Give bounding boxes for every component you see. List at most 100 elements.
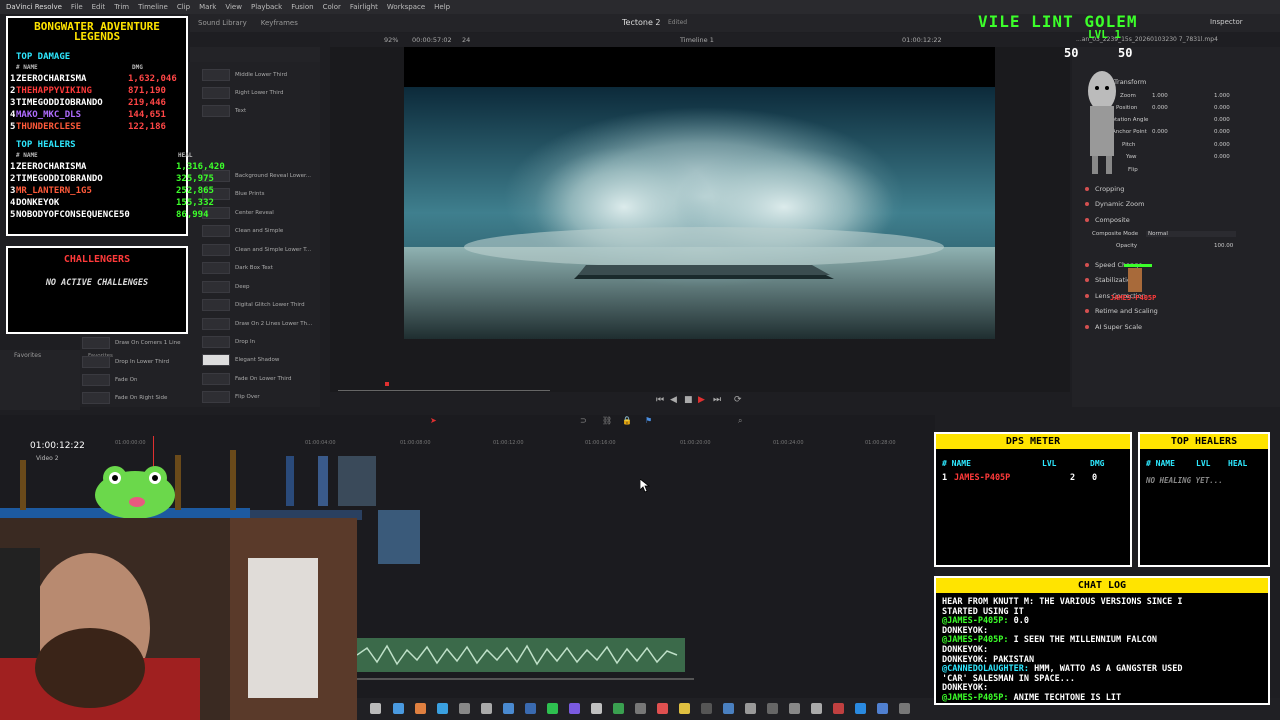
rotation-field[interactable]: 0.000 bbox=[1214, 117, 1230, 123]
spotify-icon[interactable] bbox=[547, 703, 558, 714]
taskbar-app-icon[interactable] bbox=[833, 703, 844, 714]
skip-end-icon[interactable]: ⏭ bbox=[713, 395, 721, 405]
menu-fairlight[interactable]: Fairlight bbox=[350, 3, 378, 11]
effect-item[interactable]: Blue Prints bbox=[235, 191, 264, 197]
effect-item[interactable]: Clean and Simple bbox=[235, 228, 283, 234]
scrubber-playhead[interactable] bbox=[385, 382, 389, 386]
effect-item[interactable]: Middle Lower Third bbox=[235, 72, 287, 78]
effect-item[interactable]: Deep bbox=[235, 284, 250, 290]
section-enabled-icon[interactable] bbox=[1085, 278, 1089, 282]
menu-workspace[interactable]: Workspace bbox=[387, 3, 425, 11]
favorites-heading[interactable]: Favorites bbox=[14, 352, 41, 359]
zoom-x-field[interactable]: 1.000 bbox=[1152, 93, 1168, 99]
composite-section[interactable]: Composite bbox=[1095, 216, 1130, 224]
skip-start-icon[interactable]: ⏮ bbox=[656, 395, 664, 405]
position-y-field[interactable]: 0.000 bbox=[1214, 105, 1230, 111]
discord-icon[interactable] bbox=[569, 703, 580, 714]
flag-icon[interactable]: ⚑ bbox=[645, 416, 652, 425]
effect-item[interactable]: Fade On Lower Third bbox=[235, 376, 291, 382]
section-enabled-icon[interactable] bbox=[1085, 202, 1089, 206]
timeline-name[interactable]: Timeline 1 bbox=[680, 36, 714, 44]
retime-section[interactable]: Retime and Scaling bbox=[1095, 307, 1158, 315]
menu-view[interactable]: View bbox=[225, 3, 242, 11]
taskbar-app-icon[interactable] bbox=[657, 703, 668, 714]
play-reverse-icon[interactable]: ◀ bbox=[670, 395, 677, 405]
opacity-field[interactable]: 100.00 bbox=[1214, 243, 1233, 249]
video-clip[interactable] bbox=[318, 456, 328, 506]
menu-playback[interactable]: Playback bbox=[251, 3, 282, 11]
taskbar-app-icon[interactable] bbox=[459, 703, 470, 714]
scrubber-track[interactable] bbox=[338, 390, 550, 391]
section-enabled-icon[interactable] bbox=[1085, 325, 1089, 329]
taskbar-app-icon[interactable] bbox=[525, 703, 536, 714]
effect-item[interactable]: Background Reveal Lower... bbox=[235, 173, 311, 179]
zoom-tool-icon[interactable]: ⌕ bbox=[738, 416, 742, 426]
menu-trim[interactable]: Trim bbox=[114, 3, 129, 11]
taskbar-app-icon[interactable] bbox=[899, 703, 910, 714]
effect-item[interactable]: Right Lower Third bbox=[235, 90, 284, 96]
taskbar-app-icon[interactable] bbox=[701, 703, 712, 714]
composite-mode-select[interactable]: Normal bbox=[1146, 231, 1236, 237]
taskbar-app-icon[interactable] bbox=[855, 703, 866, 714]
windows-start-icon[interactable] bbox=[370, 703, 381, 714]
effect-item[interactable]: Clean and Simple Lower T... bbox=[235, 247, 311, 253]
effect-item[interactable]: Elegant Shadow bbox=[235, 357, 279, 363]
menu-clip[interactable]: Clip bbox=[177, 3, 190, 11]
video-viewer[interactable] bbox=[404, 47, 995, 339]
menu-fusion[interactable]: Fusion bbox=[291, 3, 313, 11]
keyframes-button[interactable]: Keyframes bbox=[261, 19, 298, 27]
anchor-x-field[interactable]: 0.000 bbox=[1152, 129, 1168, 135]
effect-item[interactable]: Fade On bbox=[115, 377, 137, 383]
edge-icon[interactable] bbox=[437, 703, 448, 714]
menu-edit[interactable]: Edit bbox=[92, 3, 106, 11]
effect-item[interactable]: Center Reveal bbox=[235, 210, 274, 216]
lock-icon[interactable]: 🔒 bbox=[622, 416, 632, 425]
section-enabled-icon[interactable] bbox=[1085, 309, 1089, 313]
taskbar-app-icon[interactable] bbox=[415, 703, 426, 714]
anchor-y-field[interactable]: 0.000 bbox=[1214, 129, 1230, 135]
taskbar-app-icon[interactable] bbox=[393, 703, 404, 714]
taskbar-app-icon[interactable] bbox=[635, 703, 646, 714]
taskbar-app-icon[interactable] bbox=[723, 703, 734, 714]
taskbar-app-icon[interactable] bbox=[877, 703, 888, 714]
stop-icon[interactable]: ■ bbox=[684, 395, 693, 405]
dynamic-zoom-section[interactable]: Dynamic Zoom bbox=[1095, 200, 1144, 208]
effect-item[interactable]: Dark Box Text bbox=[235, 265, 273, 271]
play-icon[interactable]: ▶ bbox=[698, 395, 705, 405]
super-scale-section[interactable]: AI Super Scale bbox=[1095, 323, 1142, 331]
section-enabled-icon[interactable] bbox=[1085, 263, 1089, 267]
taskbar-app-icon[interactable] bbox=[481, 703, 492, 714]
taskbar-app-icon[interactable] bbox=[745, 703, 756, 714]
cropping-section[interactable]: Cropping bbox=[1095, 185, 1124, 193]
section-enabled-icon[interactable] bbox=[1085, 294, 1089, 298]
inspector-tab[interactable]: Inspector bbox=[1210, 18, 1243, 26]
zoom-level[interactable]: 92% bbox=[384, 36, 398, 44]
selection-tool-icon[interactable]: ➤ bbox=[430, 416, 437, 425]
link-icon[interactable]: ⛓ bbox=[602, 416, 612, 425]
taskbar-app-icon[interactable] bbox=[503, 703, 514, 714]
menu-mark[interactable]: Mark bbox=[199, 3, 216, 11]
snap-icon[interactable]: ⊃ bbox=[580, 416, 587, 425]
audio-clip[interactable] bbox=[356, 638, 685, 672]
taskbar-app-icon[interactable] bbox=[789, 703, 800, 714]
effect-item[interactable]: Fade On Right Side bbox=[115, 395, 167, 401]
video-clip[interactable] bbox=[338, 456, 376, 506]
taskbar-app-icon[interactable] bbox=[767, 703, 778, 714]
pitch-field[interactable]: 0.000 bbox=[1214, 142, 1230, 148]
chrome-icon[interactable] bbox=[679, 703, 690, 714]
effect-item[interactable]: Drop In Lower Third bbox=[115, 359, 169, 365]
xbox-icon[interactable] bbox=[613, 703, 624, 714]
menu-timeline[interactable]: Timeline bbox=[138, 3, 168, 11]
zoom-y-field[interactable]: 1.000 bbox=[1214, 93, 1230, 99]
effect-item[interactable]: Draw On 2 Lines Lower Th... bbox=[235, 321, 312, 327]
effect-item[interactable]: Flip Over bbox=[235, 394, 260, 400]
effect-item[interactable]: Draw On Corners 1 Line bbox=[115, 340, 181, 346]
effect-item[interactable]: Drop In bbox=[235, 339, 255, 345]
section-enabled-icon[interactable] bbox=[1085, 218, 1089, 222]
video-clip[interactable] bbox=[286, 456, 294, 506]
timeline-scrollbar[interactable] bbox=[357, 678, 694, 680]
effect-item[interactable]: Text bbox=[235, 108, 246, 114]
menu-help[interactable]: Help bbox=[434, 3, 450, 11]
taskbar-app-icon[interactable] bbox=[811, 703, 822, 714]
effect-item[interactable]: Digital Glitch Lower Third bbox=[235, 302, 305, 308]
